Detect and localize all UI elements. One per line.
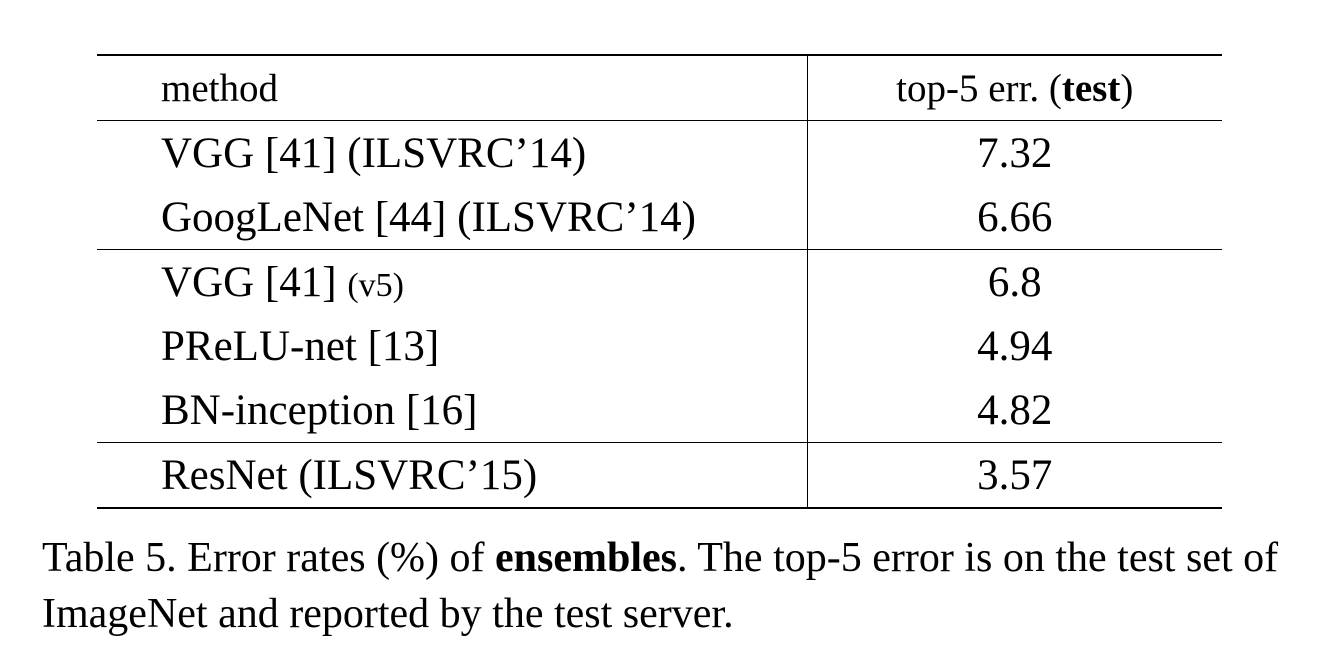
method-name: BN-inception [16] [161, 386, 478, 434]
method-note: (v5) [347, 266, 404, 304]
error-cell: 6.8 [807, 249, 1222, 314]
table-caption: Table 5. Error rates (%) of ensembles. T… [42, 530, 1292, 642]
method-name: GoogLeNet [44] (ILSVRC’14) [161, 193, 697, 241]
header-error-bold: test [1061, 66, 1121, 110]
error-cell: 4.82 [977, 386, 1053, 434]
method-cell: VGG [41] (ILSVRC’14) [97, 120, 808, 185]
header-error-suffix: ) [1120, 66, 1134, 110]
method-name: VGG [41] (ILSVRC’14) [161, 129, 587, 177]
method-cell: ResNet (ILSVRC’15) [97, 442, 808, 509]
table-row-best: ResNet (ILSVRC’15) 3.57 [97, 442, 1222, 509]
table-row: VGG [41] (v5) 6.8 [97, 249, 1222, 314]
table-header-row: method top-5 err. (test) [97, 54, 1222, 121]
header-error-prefix: top-5 err. ( [896, 66, 1062, 110]
table-row: VGG [41] (ILSVRC’14) 7.32 [97, 120, 1222, 185]
results-table-container: method top-5 err. (test) VGG [41] (ILSVR… [97, 54, 1222, 509]
table-row: PReLU-net [13] 4.94 [97, 314, 1222, 378]
method-cell: BN-inception [16] [97, 378, 808, 443]
results-table: method top-5 err. (test) VGG [41] (ILSVR… [97, 54, 1222, 509]
method-cell: VGG [41] (v5) [97, 249, 808, 314]
error-cell: 4.94 [977, 322, 1053, 370]
error-cell: 6.66 [977, 193, 1053, 241]
caption-bold: ensembles [495, 535, 678, 581]
table-row: GoogLeNet [44] (ILSVRC’14) 6.66 [97, 185, 1222, 250]
caption-label: Table 5. Error rates (%) of [42, 535, 496, 581]
table-row: BN-inception [16] 4.82 [97, 378, 1222, 443]
error-cell: 3.57 [807, 442, 1222, 509]
header-method: method [97, 54, 808, 121]
method-name: PReLU-net [13] [161, 322, 440, 370]
method-name: ResNet (ILSVRC’15) [161, 451, 538, 499]
method-cell: GoogLeNet [44] (ILSVRC’14) [97, 185, 808, 250]
method-cell: PReLU-net [13] [97, 314, 808, 378]
header-error: top-5 err. (test) [807, 54, 1222, 121]
error-cell: 7.32 [807, 120, 1222, 185]
method-name: VGG [41] [161, 258, 348, 306]
